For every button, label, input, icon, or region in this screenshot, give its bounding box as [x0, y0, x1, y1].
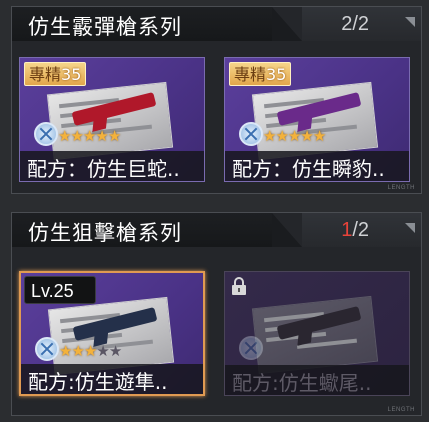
length-tag: LENGTH	[387, 407, 415, 413]
sniper-series-panel: 仿生狙擊槍系列 1/2 Lv.25 ★★★★★ 配方:仿生遊隼.. 配方:仿生蠍…	[11, 212, 422, 416]
star-icon: ★	[107, 127, 121, 145]
card-label-bar: 配方：仿生巨蛇..	[20, 151, 204, 181]
star-icon: ★	[70, 127, 83, 145]
level-badge: Lv.25	[24, 276, 96, 304]
count-total: /2	[352, 13, 369, 35]
mastery-badge: 專精35	[24, 62, 87, 86]
recipe-name: 配方:仿生遊隼..	[28, 370, 168, 394]
star-rating: ★★★★★	[59, 342, 122, 360]
star-icon: ★	[59, 342, 72, 360]
section-header: 仿生霰彈槍系列 2/2	[12, 7, 421, 41]
recipe-card-selected[interactable]: Lv.25 ★★★★★ 配方:仿生遊隼..	[19, 271, 205, 396]
star-icon: ★	[95, 127, 108, 145]
star-icon: ★	[300, 127, 313, 145]
star-icon: ★	[312, 127, 326, 145]
emblem-icon	[34, 122, 58, 146]
recipe-card[interactable]: 專精35 ★★★★★ 配方：仿生巨蛇..	[19, 57, 205, 182]
corner-triangle-icon	[405, 17, 415, 27]
blueprint-image	[251, 81, 379, 161]
section-header: 仿生狙擊槍系列 1/2	[12, 213, 421, 247]
star-rating: ★★★★★	[58, 127, 121, 145]
star-icon: ★	[263, 127, 276, 145]
star-icon: ★	[82, 127, 96, 145]
star-empty-icon: ★	[108, 342, 122, 360]
recipe-card[interactable]: 專精35 ★★★★★ 配方：仿生瞬豹..	[224, 57, 410, 182]
star-icon: ★	[58, 127, 71, 145]
recipe-name: 配方：仿生瞬豹..	[232, 157, 385, 181]
corner-triangle-icon	[405, 223, 415, 233]
card-label-bar: 配方:仿生遊隼..	[21, 364, 203, 394]
mastery-badge: 專精35	[229, 62, 292, 86]
star-icon: ★	[275, 127, 288, 145]
section-title: 仿生狙擊槍系列	[28, 221, 182, 245]
card-label-bar: 配方:仿生蠍尾..	[225, 365, 409, 395]
star-icon: ★	[287, 127, 301, 145]
card-label-bar: 配方：仿生瞬豹..	[225, 151, 409, 181]
emblem-icon	[239, 122, 263, 146]
recipe-name: 配方:仿生蠍尾..	[232, 371, 372, 395]
star-rating: ★★★★★	[263, 127, 326, 145]
emblem-icon	[35, 337, 59, 361]
recipe-card-locked[interactable]: 配方:仿生蠍尾..	[224, 271, 410, 396]
count-current: 1	[341, 219, 353, 241]
recipe-name: 配方：仿生巨蛇..	[27, 157, 180, 181]
collection-count: 1/2	[341, 219, 369, 242]
section-title: 仿生霰彈槍系列	[28, 15, 182, 39]
star-icon: ★	[83, 342, 97, 360]
length-tag: LENGTH	[387, 185, 415, 191]
collection-count: 2/2	[341, 13, 369, 36]
shotgun-series-panel: 仿生霰彈槍系列 2/2 專精35 ★★★★★ 配方：仿生巨蛇.. 專精35 ★★…	[11, 6, 422, 194]
count-total: /2	[352, 219, 369, 241]
padlock-icon	[231, 276, 247, 296]
star-icon: ★	[71, 342, 84, 360]
blueprint-image	[46, 81, 174, 161]
star-empty-icon: ★	[96, 342, 109, 360]
emblem-icon	[239, 336, 263, 360]
blueprint-image	[251, 295, 379, 375]
count-current: 2	[341, 13, 353, 35]
